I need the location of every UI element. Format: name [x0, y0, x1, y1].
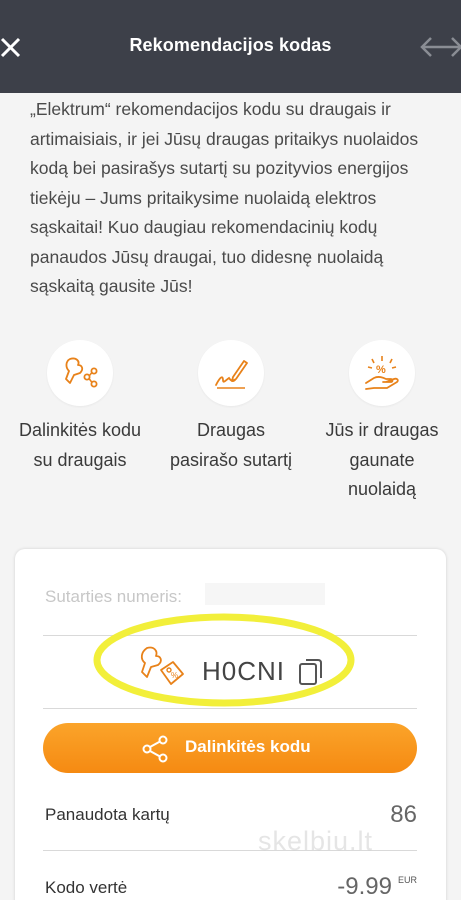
step-discount: % Jūs ir draugas gaunate nuolaidą	[317, 340, 447, 505]
watermark: skelbiu.lt	[258, 826, 374, 856]
step-label: Draugas pasirašo sutartį	[169, 420, 293, 470]
used-count-label: Panaudota kartų	[45, 805, 170, 824]
used-count-value: 86	[390, 801, 417, 828]
contract-number-label: Sutarties numeris:	[45, 587, 182, 606]
share-people-icon	[65, 357, 98, 388]
step-icon-circle: %	[349, 340, 415, 406]
share-icon	[142, 735, 168, 763]
discount-hand-icon: %	[365, 356, 399, 390]
step-sign: Draugas pasirašo sutartį	[166, 340, 296, 475]
top-bar: Rekomendacijos kodas	[0, 0, 461, 93]
contract-number-redacted	[205, 583, 325, 605]
share-button-label: Dalinkitės kodu	[185, 737, 311, 756]
swap-arrows-icon	[420, 37, 461, 57]
page-title: Rekomendacijos kodas	[129, 35, 332, 55]
step-icon-circle	[198, 340, 264, 406]
svg-text:%: %	[376, 364, 386, 376]
intro-text: „Elektrum“ rekomendacijos kodu su drauga…	[30, 99, 419, 296]
step-icon-circle	[47, 340, 113, 406]
referral-card: Sutarties numeris: % H0CNI Dalinkitės ko…	[15, 549, 446, 900]
currency-label: EUR	[397, 875, 417, 885]
swap-button[interactable]	[418, 34, 461, 60]
code-value-label: Kodo vertė	[45, 878, 128, 897]
step-label: Dalinkitės kodu su draugais	[18, 420, 142, 470]
highlight-annotation	[93, 613, 355, 707]
code-value-amount: -9.99	[337, 873, 392, 900]
share-code-button[interactable]: Dalinkitės kodu	[43, 723, 417, 773]
step-share: Dalinkitės kodu su draugais	[15, 340, 145, 475]
divider	[43, 708, 417, 709]
steps-section: Dalinkitės kodu su draugais Draugas pasi…	[0, 340, 461, 540]
sign-pen-icon	[215, 360, 248, 389]
step-label: Jūs ir draugas gaunate nuolaidą	[325, 420, 439, 499]
